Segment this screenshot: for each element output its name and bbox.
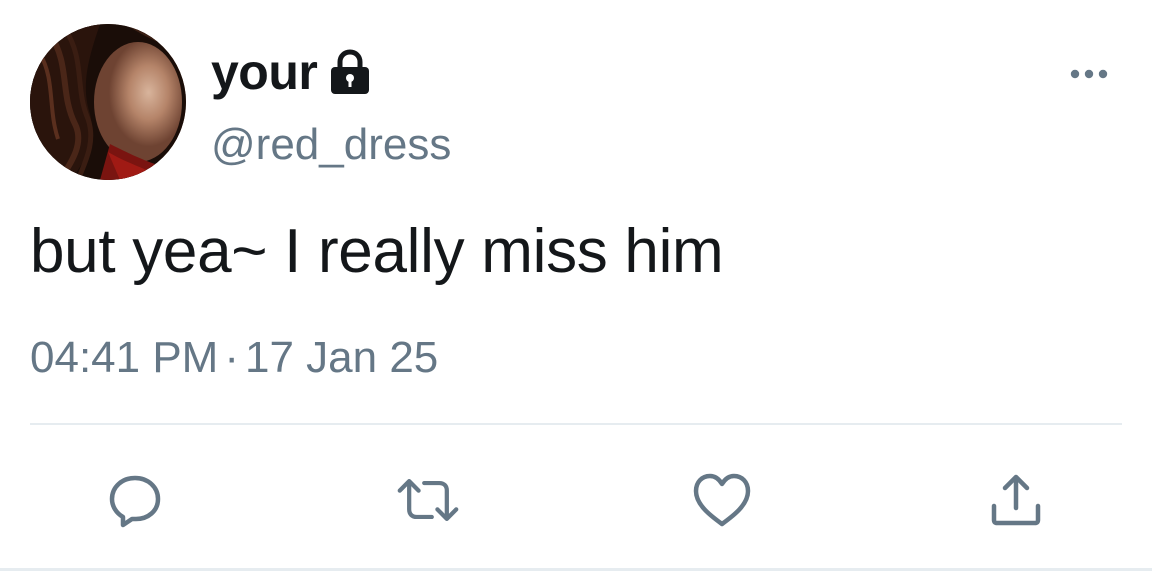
retweet-button[interactable]	[396, 468, 460, 532]
meta-separator: ·	[224, 333, 239, 382]
tweet-timestamp[interactable]: 04:41 PM · 17 Jan 25	[30, 333, 438, 383]
tweet-card: your @red_dress but yea~ I really miss h…	[0, 0, 1152, 588]
reply-button[interactable]	[103, 468, 167, 532]
tweet-date: 17 Jan 25	[245, 333, 439, 382]
user-handle[interactable]: @red_dress	[211, 120, 451, 170]
bottom-divider	[0, 568, 1152, 571]
tweet-text: but yea~ I really miss him	[30, 217, 724, 286]
divider	[30, 423, 1122, 425]
tweet-time: 04:41 PM	[30, 333, 219, 382]
heart-icon	[693, 473, 751, 527]
name-row: your	[211, 42, 373, 102]
share-icon	[991, 474, 1041, 526]
like-button[interactable]	[690, 468, 754, 532]
avatar[interactable]	[30, 24, 186, 180]
lock-icon	[327, 48, 373, 96]
reply-icon	[109, 475, 161, 528]
retweet-icon	[397, 479, 459, 521]
more-options-icon[interactable]	[1068, 62, 1110, 86]
display-name[interactable]: your	[211, 43, 318, 101]
share-button[interactable]	[984, 468, 1048, 532]
avatar-image	[30, 24, 186, 180]
